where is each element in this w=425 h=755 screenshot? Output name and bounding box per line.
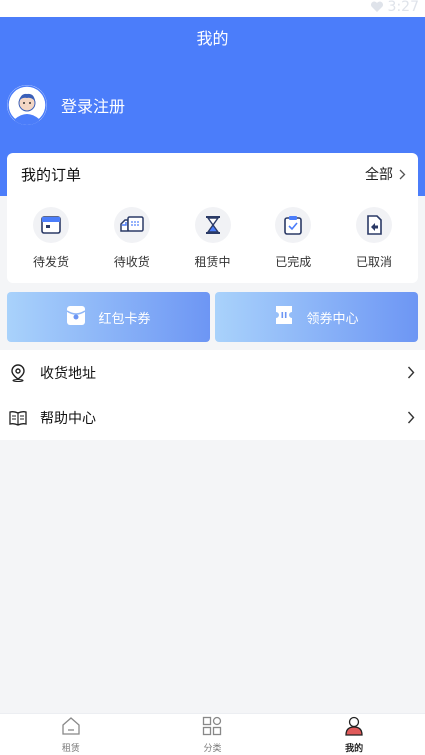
book-icon: [9, 409, 27, 427]
home-icon: [61, 716, 81, 740]
tab-label: 租赁: [61, 743, 80, 754]
order-status-label: 租赁中: [194, 255, 231, 269]
my-page: 3:27 我的 登录注册 我的订单 全部 待发货 待收货 租赁中 已完成 已取消…: [0, 0, 425, 755]
order-status-row: 待发货 待收货 租赁中 已完成 已取消: [7, 195, 418, 270]
category-grid-icon: [202, 716, 222, 740]
status-bar: 3:27: [0, 0, 425, 17]
orders-title: 我的订单: [21, 165, 82, 184]
cancel-return-icon: [356, 207, 392, 243]
clipboard-check-icon: [275, 207, 312, 243]
heart-icon: [370, 0, 384, 14]
coupon-row: 红包卡券 领券中心: [7, 292, 418, 342]
menu-item-shipping-address[interactable]: 收货地址: [0, 350, 425, 395]
order-status-pending-receive[interactable]: 待收货: [92, 207, 172, 270]
orders-header: 我的订单 全部: [7, 153, 418, 195]
order-status-renting[interactable]: 租赁中: [173, 207, 253, 270]
login-register-link[interactable]: 登录注册: [61, 93, 125, 117]
orders-all-label: 全部: [365, 167, 393, 183]
pending-ship-icon: [33, 207, 69, 243]
settings-menu-list: 收货地址 帮助中心: [0, 350, 425, 440]
page-title: 我的: [196, 29, 229, 48]
tab-rent[interactable]: 租赁: [31, 716, 111, 754]
status-indicators: 3:27: [370, 0, 419, 17]
order-status-pending-ship[interactable]: 待发货: [11, 207, 91, 270]
chevron-right-icon: [407, 411, 415, 424]
tab-mine[interactable]: 我的: [314, 716, 394, 754]
coupon-center-label: 领券中心: [306, 311, 359, 327]
order-status-completed[interactable]: 已完成: [253, 207, 333, 270]
order-status-label: 已完成: [275, 255, 312, 269]
hourglass-icon: [194, 207, 231, 243]
menu-item-label: 收货地址: [40, 365, 96, 382]
chevron-right-icon: [407, 366, 415, 379]
location-pin-icon: [9, 363, 27, 382]
status-time: 3:27: [387, 0, 419, 15]
delivery-truck-icon: [113, 207, 150, 243]
red-packet-coupons-button[interactable]: 红包卡券: [7, 292, 210, 342]
my-orders-card: 我的订单 全部 待发货 待收货 租赁中 已完成 已取消: [7, 153, 418, 283]
menu-item-help-center[interactable]: 帮助中心: [0, 395, 425, 440]
tab-label: 我的: [345, 743, 364, 754]
order-status-label: 待发货: [32, 255, 69, 269]
menu-item-label: 帮助中心: [40, 410, 96, 427]
profile-login[interactable]: 登录注册: [7, 85, 125, 125]
bottom-tab-bar: 租赁 分类 我的: [0, 713, 425, 755]
tab-category[interactable]: 分类: [172, 716, 252, 754]
order-status-label: 已取消: [355, 255, 392, 269]
red-packet-label: 红包卡券: [98, 311, 151, 327]
chevron-right-icon: [399, 169, 406, 179]
avatar[interactable]: [7, 85, 47, 125]
coupon-center-button[interactable]: 领券中心: [215, 292, 418, 342]
order-status-cancelled[interactable]: 已取消: [334, 207, 414, 270]
coupon-ticket-icon: [274, 304, 294, 330]
user-icon: [344, 716, 364, 740]
red-packet-icon: [66, 304, 86, 330]
user-avatar-icon: [7, 85, 47, 125]
tab-label: 分类: [203, 743, 222, 754]
orders-all-link[interactable]: 全部: [365, 164, 406, 184]
order-status-label: 待收货: [113, 255, 150, 269]
